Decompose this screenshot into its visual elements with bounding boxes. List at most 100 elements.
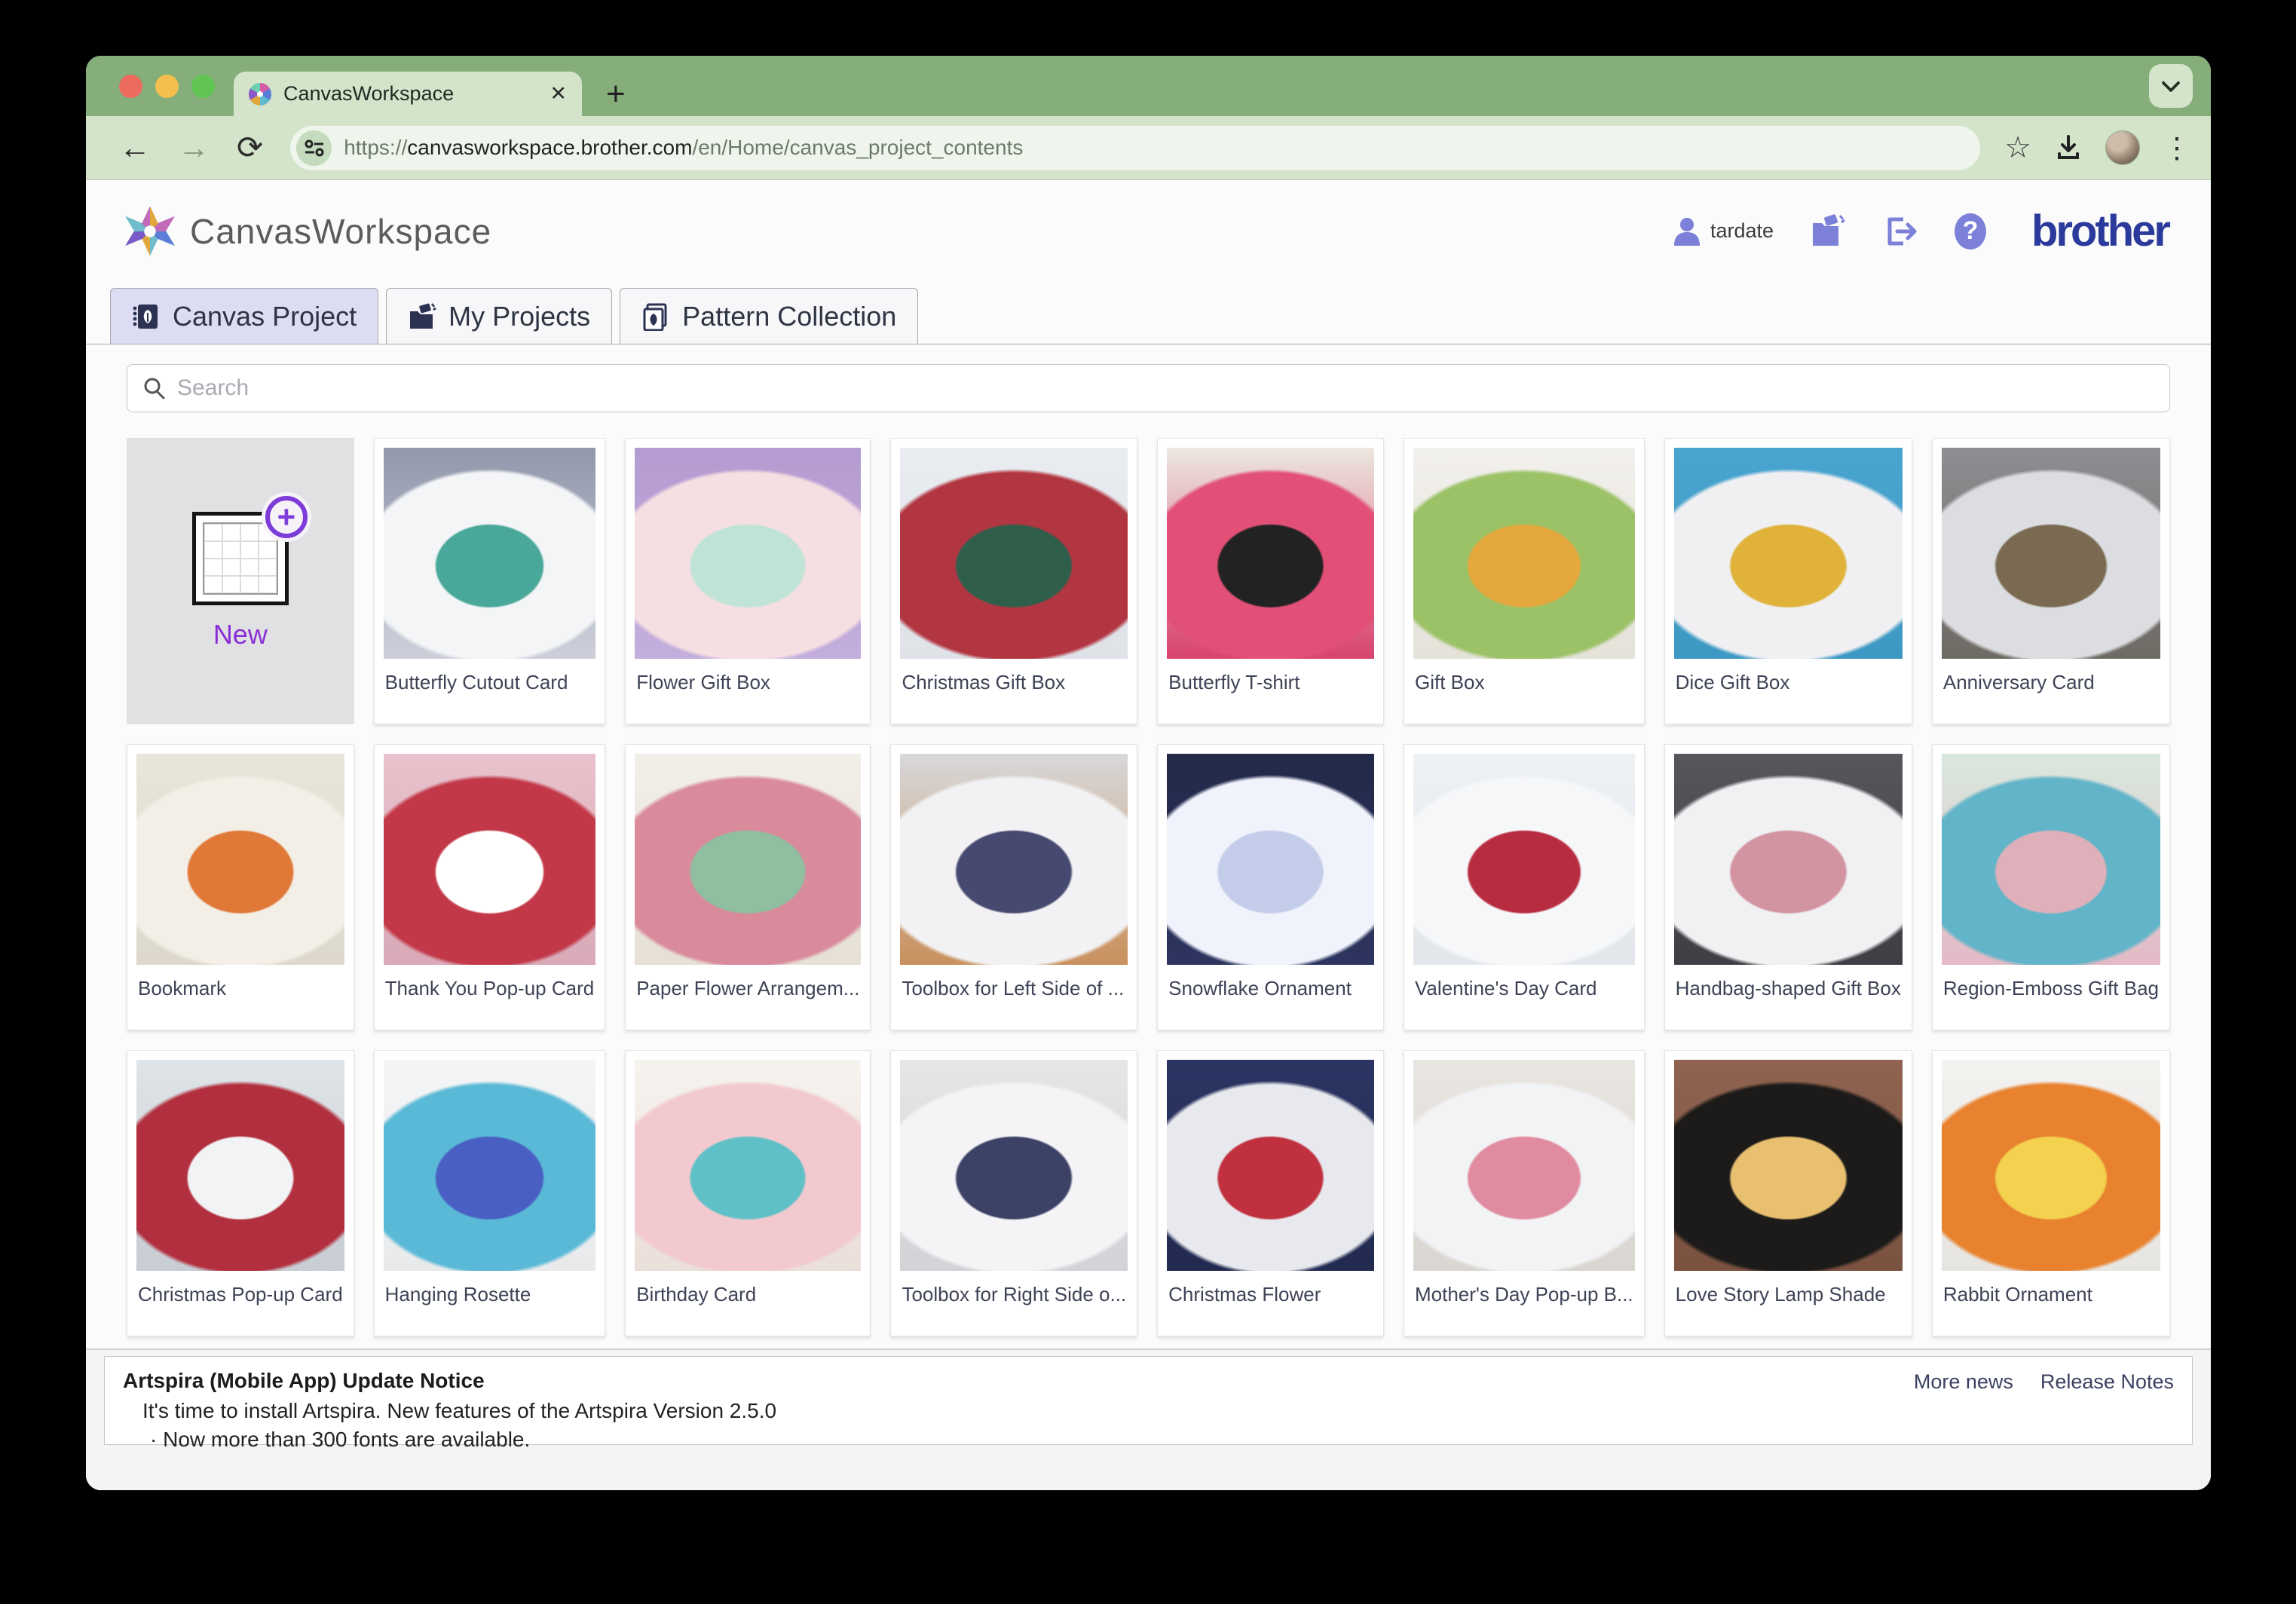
project-card[interactable]: Love Story Lamp Shade	[1664, 1050, 1912, 1336]
grid-wrap: + New Butterfly Cutout Card Flower Gift B…	[86, 412, 2211, 1336]
project-thumbnail	[1674, 754, 1903, 965]
tab-pattern-collection[interactable]: Pattern Collection	[620, 288, 918, 344]
close-window-button[interactable]	[119, 75, 142, 98]
site-settings-icon[interactable]	[296, 130, 332, 166]
release-notes-link[interactable]: Release Notes	[2040, 1370, 2174, 1394]
project-card[interactable]: Valentine's Day Card	[1404, 744, 1645, 1030]
plus-icon: +	[265, 496, 308, 538]
browser-menu-icon[interactable]: ⋮	[2163, 131, 2191, 165]
project-thumbnail	[1674, 448, 1903, 659]
new-tab-button[interactable]: +	[606, 72, 626, 116]
project-card[interactable]: Handbag-shaped Gift Box	[1664, 744, 1912, 1030]
project-card[interactable]: Birthday Card	[625, 1050, 871, 1336]
tab-search-button[interactable]	[2149, 64, 2193, 108]
project-card[interactable]: Rabbit Ornament	[1932, 1050, 2170, 1336]
project-grid: + New Butterfly Cutout Card Flower Gift B…	[127, 438, 2170, 1336]
downloads-icon[interactable]	[2054, 133, 2083, 162]
project-title: Toolbox for Right Side o...	[891, 1271, 1137, 1318]
project-thumbnail	[136, 1060, 344, 1271]
search-box[interactable]	[127, 364, 2170, 412]
search-row	[86, 344, 2211, 412]
bookmark-star-icon[interactable]: ☆	[2004, 130, 2031, 165]
new-sheet: +	[192, 512, 289, 605]
search-input[interactable]	[177, 375, 2154, 401]
project-card[interactable]: Butterfly T-shirt	[1157, 438, 1384, 724]
new-project-card[interactable]: + New	[127, 438, 354, 724]
project-thumbnail	[1167, 448, 1374, 659]
back-button[interactable]: ←	[106, 132, 164, 164]
notice-text: Artspira (Mobile App) Update Notice It's…	[123, 1369, 776, 1452]
project-title: Butterfly T-shirt	[1158, 659, 1383, 706]
notice-line1: It's time to install Artspira. New featu…	[123, 1399, 776, 1423]
minimize-window-button[interactable]	[155, 75, 179, 98]
project-thumbnail	[635, 754, 861, 965]
address-bar[interactable]: https://canvasworkspace.brother.com/en/H…	[290, 126, 1980, 170]
forward-button[interactable]: →	[164, 132, 223, 164]
project-title: Hanging Rosette	[375, 1271, 605, 1318]
project-title: Mother's Day Pop-up B...	[1404, 1271, 1644, 1318]
help-icon[interactable]: ?	[1955, 213, 1986, 249]
notice-panel: Artspira (Mobile App) Update Notice It's…	[104, 1356, 2193, 1445]
browser-tab[interactable]: CanvasWorkspace ✕	[234, 72, 582, 116]
project-card[interactable]: Gift Box	[1404, 438, 1645, 724]
project-thumbnail	[384, 754, 596, 965]
url-text: https://canvasworkspace.brother.com/en/H…	[344, 136, 1023, 160]
project-thumbnail	[900, 754, 1128, 965]
maximize-window-button[interactable]	[191, 75, 215, 98]
project-card[interactable]: Flower Gift Box	[625, 438, 871, 724]
project-title: Butterfly Cutout Card	[375, 659, 605, 706]
project-title: Love Story Lamp Shade	[1665, 1271, 1912, 1318]
project-title: Christmas Gift Box	[891, 659, 1137, 706]
url-path: /en/Home/canvas_project_contents	[692, 136, 1023, 159]
project-card[interactable]: Anniversary Card	[1932, 438, 2170, 724]
project-card[interactable]: Butterfly Cutout Card	[374, 438, 606, 724]
project-thumbnail	[1167, 754, 1374, 965]
my-projects-icon	[408, 302, 436, 331]
project-title: Anniversary Card	[1933, 659, 2169, 706]
section-tabs: Canvas Project My Projects Pattern Colle…	[86, 256, 2211, 344]
project-title: Paper Flower Arrangem...	[626, 965, 870, 1012]
project-thumbnail	[1167, 1060, 1374, 1271]
tab-close-icon[interactable]: ✕	[550, 82, 567, 106]
open-project-folder-icon[interactable]	[1810, 214, 1848, 249]
tab-label: My Projects	[448, 301, 590, 332]
more-news-link[interactable]: More news	[1914, 1370, 2013, 1394]
url-host: canvasworkspace.brother.com	[407, 136, 692, 159]
project-thumbnail	[635, 448, 861, 659]
notice-links: More news Release Notes	[1914, 1370, 2174, 1394]
profile-avatar[interactable]	[2105, 130, 2140, 165]
site-header: CanvasWorkspace tardate	[86, 180, 2211, 256]
reload-button[interactable]: ⟳	[223, 132, 277, 164]
plus-badge: +	[262, 492, 311, 542]
page-content: CanvasWorkspace tardate	[86, 180, 2211, 1490]
canvasworkspace-logo-icon	[125, 207, 175, 256]
project-thumbnail	[1674, 1060, 1903, 1271]
pattern-collection-icon	[641, 302, 670, 331]
project-card[interactable]: Christmas Gift Box	[890, 438, 1137, 724]
user-account-button[interactable]: tardate	[1671, 216, 1774, 247]
project-card[interactable]: Toolbox for Left Side of ...	[890, 744, 1137, 1030]
project-card[interactable]: Thank You Pop-up Card	[374, 744, 606, 1030]
project-card[interactable]: Snowflake Ornament	[1157, 744, 1384, 1030]
project-thumbnail	[1413, 1060, 1635, 1271]
project-card[interactable]: Mother's Day Pop-up B...	[1404, 1050, 1645, 1336]
project-card[interactable]: Bookmark	[127, 744, 354, 1030]
project-card[interactable]: Toolbox for Right Side o...	[890, 1050, 1137, 1336]
tab-canvas-project[interactable]: Canvas Project	[110, 288, 378, 344]
project-card[interactable]: Paper Flower Arrangem...	[625, 744, 871, 1030]
search-icon	[142, 376, 167, 400]
window-controls	[119, 75, 215, 98]
logout-icon[interactable]	[1884, 215, 1918, 248]
app-title: CanvasWorkspace	[190, 211, 491, 252]
project-card[interactable]: Region-Emboss Gift Bag	[1932, 744, 2170, 1030]
project-card[interactable]: Dice Gift Box	[1664, 438, 1912, 724]
browser-toolbar: ← → ⟳ https://canvasworkspace.brother.co…	[86, 116, 2211, 180]
project-card[interactable]: Christmas Pop-up Card	[127, 1050, 354, 1336]
project-title: Birthday Card	[626, 1271, 870, 1318]
tab-my-projects[interactable]: My Projects	[386, 288, 612, 344]
notice-area: Artspira (Mobile App) Update Notice It's…	[86, 1348, 2211, 1490]
project-card[interactable]: Christmas Flower	[1157, 1050, 1384, 1336]
project-card[interactable]: Hanging Rosette	[374, 1050, 606, 1336]
user-icon	[1671, 216, 1703, 247]
tab-label: Pattern Collection	[682, 301, 896, 332]
